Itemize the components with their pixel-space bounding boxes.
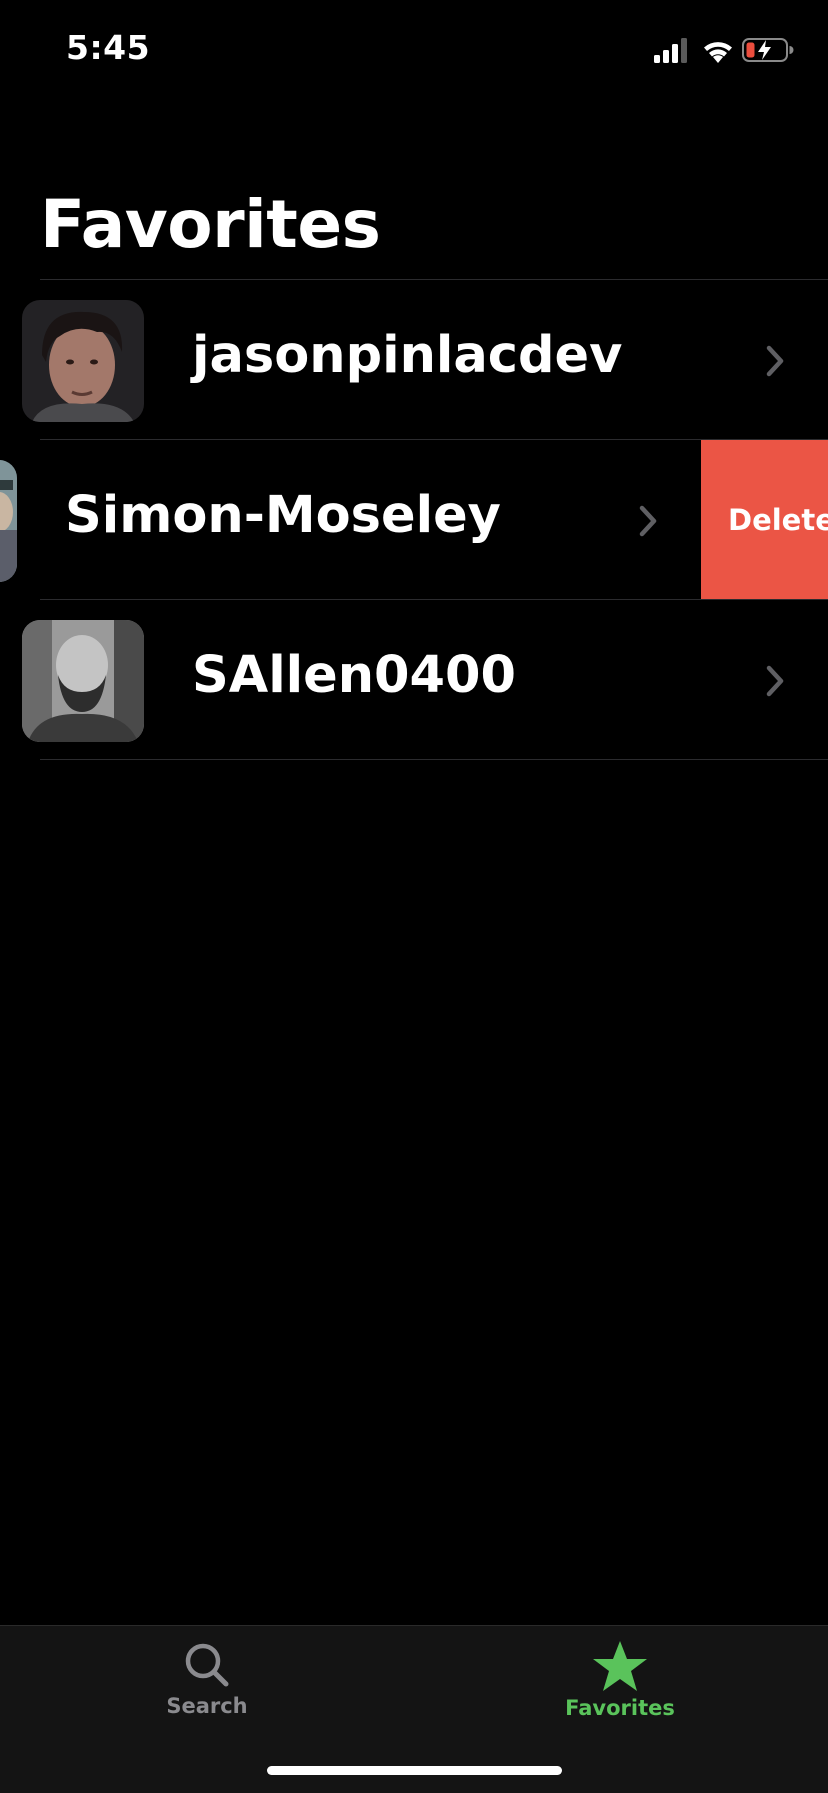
tab-search-label: Search	[166, 1694, 248, 1718]
username-label: jasonpinlacdev	[192, 326, 623, 385]
list-item[interactable]: jasonpinlacdev	[0, 280, 828, 440]
status-time: 5:45	[66, 28, 151, 67]
chevron-right-icon	[766, 345, 784, 377]
status-bar: 5:45	[0, 0, 828, 100]
tab-search[interactable]: Search	[107, 1640, 307, 1718]
avatar	[0, 460, 17, 582]
cellular-signal-icon	[654, 38, 687, 63]
tab-favorites-label: Favorites	[565, 1696, 675, 1720]
home-indicator[interactable]	[267, 1766, 562, 1775]
list-item[interactable]: Simon-Moseley Delete	[0, 440, 828, 600]
username-label: Simon-Moseley	[65, 486, 501, 545]
chevron-right-icon	[639, 505, 657, 537]
status-icons	[654, 36, 794, 66]
delete-button[interactable]: Delete	[701, 440, 828, 600]
battery-charging-icon	[742, 38, 794, 62]
list-item[interactable]: SAllen0400	[0, 600, 828, 760]
star-icon	[593, 1641, 647, 1691]
chevron-right-icon	[766, 665, 784, 697]
avatar	[22, 620, 144, 742]
row-content[interactable]: Simon-Moseley	[0, 440, 701, 600]
search-icon	[185, 1643, 229, 1687]
username-label: SAllen0400	[192, 646, 517, 705]
row-divider	[40, 759, 828, 760]
tab-favorites[interactable]: Favorites	[520, 1640, 720, 1720]
page-title: Favorites	[40, 186, 381, 263]
wifi-icon	[704, 42, 732, 63]
row-content[interactable]: SAllen0400	[0, 600, 828, 760]
row-content[interactable]: jasonpinlacdev	[0, 280, 828, 440]
avatar	[22, 300, 144, 422]
